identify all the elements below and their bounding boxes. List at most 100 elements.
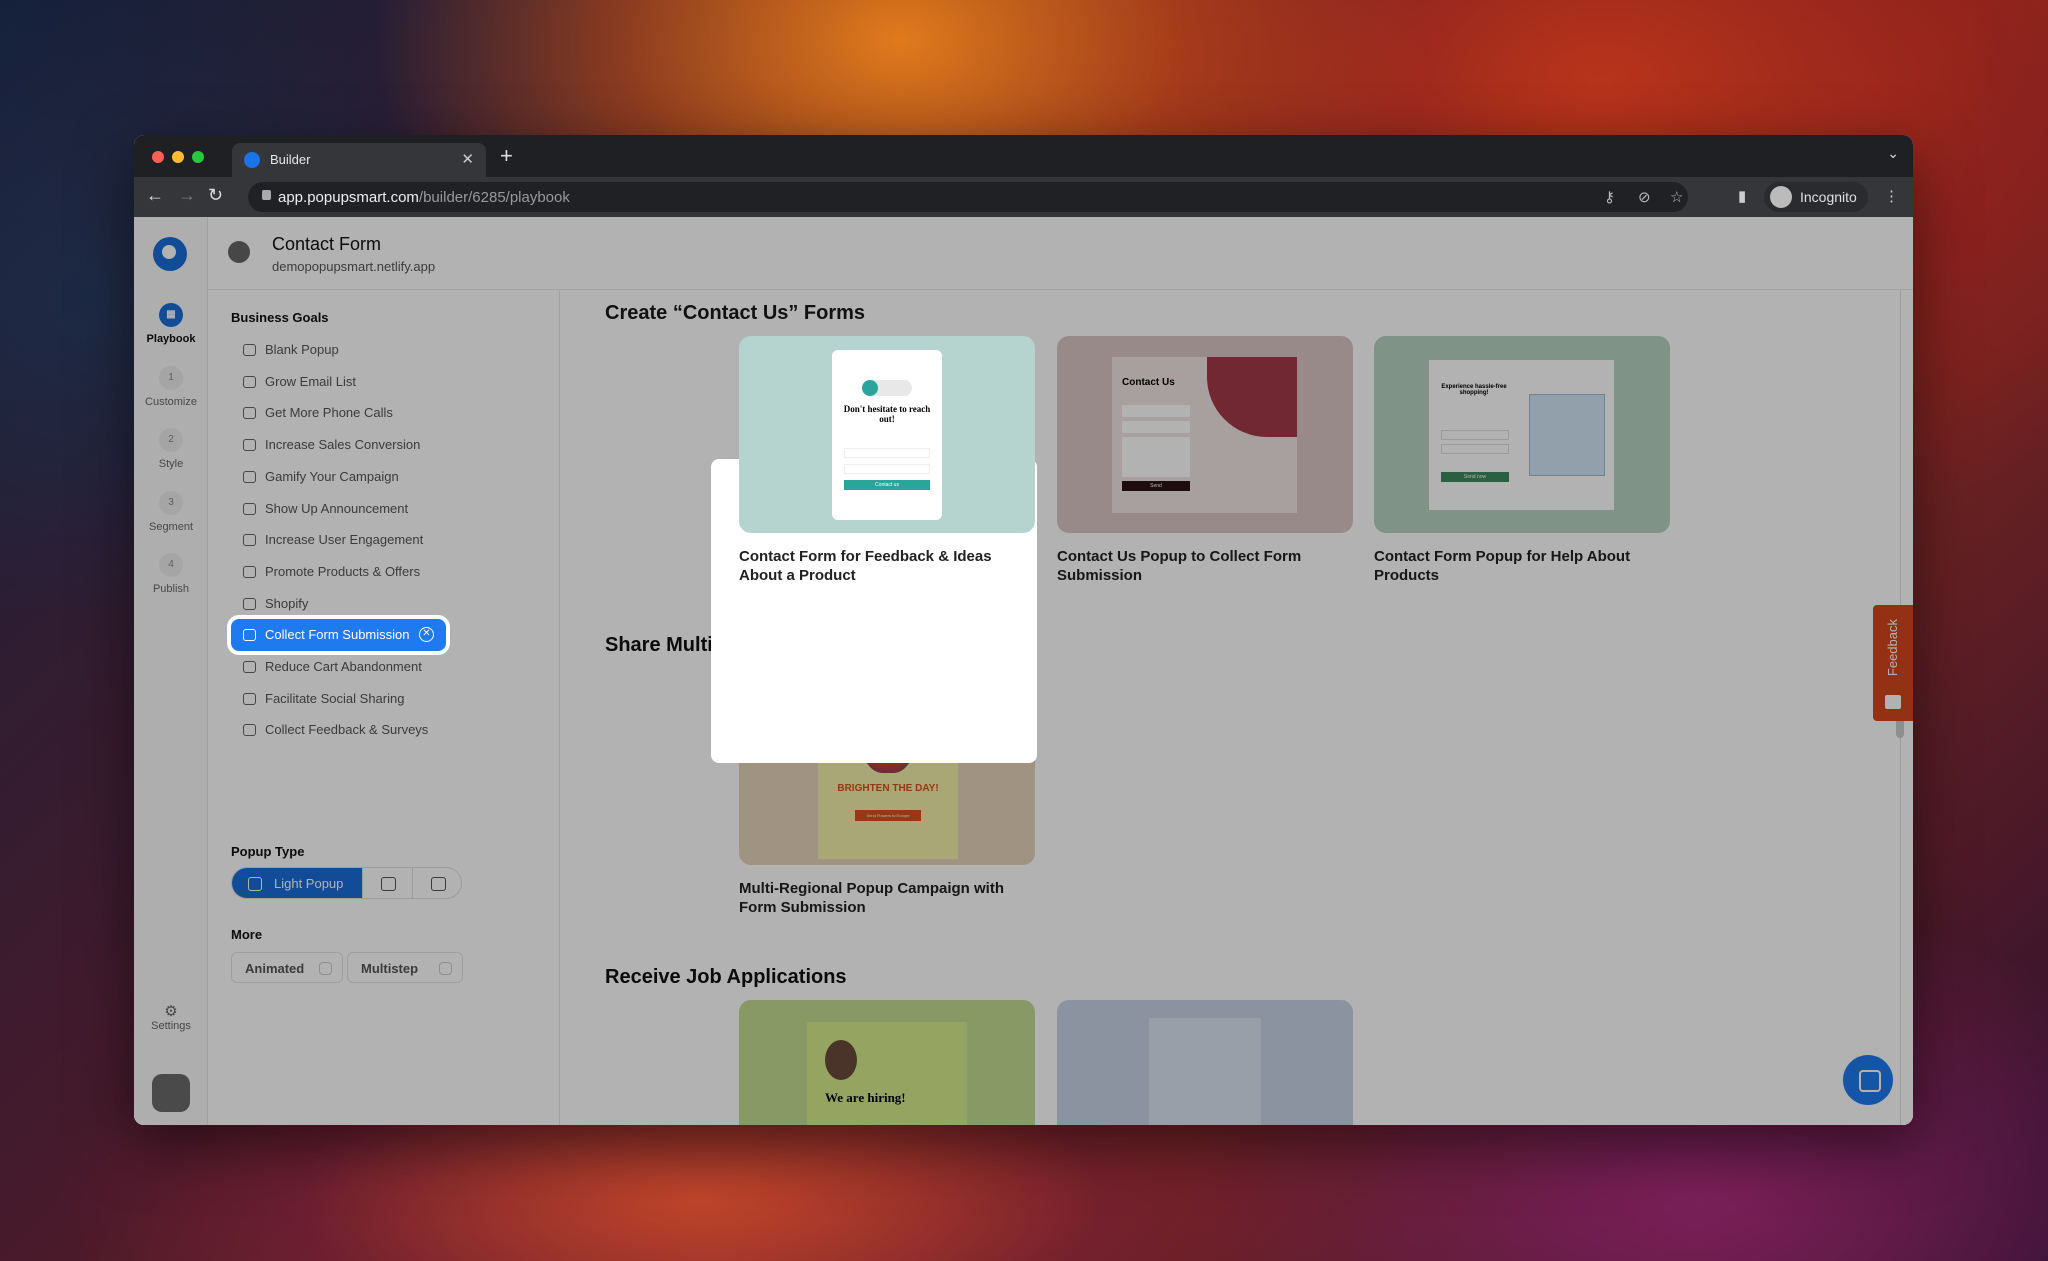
step-label: Playbook [146,333,196,345]
sidebar-item-label: Gamify Your Campaign [265,468,399,484]
template-card[interactable] [1057,1000,1353,1125]
settings-button[interactable]: ⚙ Settings [134,1002,208,1032]
sidebar-item-show-up-announcement[interactable]: Show Up Announcement [231,493,446,525]
settings-label: Settings [151,1020,191,1032]
heart-icon [243,692,256,705]
sidebar-item-get-more-phone-calls[interactable]: Get More Phone Calls [231,397,446,429]
preview-heading: Experience hassle-free shopping! [1441,384,1507,396]
lock-icon [262,190,271,200]
minimize-window-button[interactable] [172,151,184,163]
step-label: Style [158,458,184,470]
eye-off-icon[interactable]: ⊘ [1638,188,1651,206]
close-window-button[interactable] [152,151,164,163]
clear-filter-icon[interactable]: ✕ [419,627,434,643]
step-segment[interactable]: 3 Segment [134,491,208,533]
side-panel-icon[interactable]: ▮ [1738,187,1746,205]
step-style[interactable]: 2 Style [134,428,208,470]
template-preview: Experience hassle-free shopping! Send no… [1374,336,1670,533]
back-button[interactable]: ← [146,185,164,206]
feedback-icon [243,724,256,737]
new-tab-button[interactable]: + [500,143,513,169]
popupsmart-logo[interactable] [153,237,187,271]
address-bar[interactable]: app.popupsmart.com/builder/6285/playbook… [248,182,1688,212]
close-tab-icon[interactable]: ✕ [461,150,474,168]
sidebar-item-label: Shopify [265,595,309,611]
forward-button[interactable]: → [178,185,196,206]
bell-icon [243,502,256,515]
sidebar-item-gamify-your-campaign[interactable]: Gamify Your Campaign [231,461,446,493]
maximize-window-button[interactable] [192,151,204,163]
step-label: Customize [145,396,197,408]
popupsmart-favicon-icon [244,152,260,168]
step-label: Segment [148,521,194,533]
user-megaphone-icon [243,565,256,578]
blank-popup-icon [243,344,256,356]
chat-launcher-button[interactable] [1843,1055,1893,1105]
browser-toolbar: ← → ↻ app.popupsmart.com/builder/6285/pl… [134,177,1913,217]
sidebar-item-label: Facilitate Social Sharing [265,690,405,706]
headphones-icon [243,407,256,420]
sidebar-item-increase-sales-conversion[interactable]: Increase Sales Conversion [231,429,446,461]
tab-search-chevron-icon[interactable]: ⌄ [1887,145,1899,162]
section-title: Receive Job Applications [605,966,847,988]
sidebar-item-label: Increase User Engagement [265,532,424,548]
sidebar-item-label: Grow Email List [265,373,357,389]
sidebar-item-label: Collect Form Submission [265,627,410,643]
sidebar-item-shopify[interactable]: Shopify [231,588,446,620]
sidebar-item-blank-popup[interactable]: Blank Popup [231,334,446,366]
template-card[interactable]: Contact Us Send Contact Us Popup to Coll… [1057,336,1353,585]
reload-button[interactable]: ↻ [208,185,223,206]
briefcase-icon[interactable] [152,1074,190,1112]
template-preview [1057,1000,1353,1125]
animated-label: Animated [245,961,305,976]
chart-icon [243,439,256,452]
sidebar-item-label: Promote Products & Offers [265,563,421,579]
checkbox-box[interactable] [319,962,332,975]
template-card[interactable]: We are hiring! [739,1000,1035,1125]
template-title: Contact Us Popup to Collect Form Submiss… [1057,548,1302,584]
animated-checkbox[interactable]: Animated [231,952,343,983]
template-card[interactable]: Experience hassle-free shopping! Send no… [1374,336,1670,585]
light-popup-option[interactable]: Light Popup [232,868,362,898]
sidebar-item-reduce-cart-abandonment[interactable]: Reduce Cart Abandonment [231,651,446,683]
business-goals-heading: Business Goals [231,310,329,325]
tab-bar: Builder ✕ + ⌄ [134,135,1913,177]
browser-tab[interactable]: Builder ✕ [232,143,486,177]
menu-kebab-icon[interactable]: ⋮ [1884,187,1899,205]
sidebar-item-collect-feedback-surveys[interactable]: Collect Feedback & Surveys [231,714,446,746]
steps-rail: ▦ Playbook 1 Customize 2 Style 3 Segment 4 Pu… [134,217,208,1125]
key-icon[interactable]: ⚷ [1604,188,1615,206]
incognito-icon [1770,186,1792,208]
incognito-profile[interactable]: Incognito [1764,182,1868,212]
fullscreen-popup-option[interactable] [362,868,412,898]
sidebar-item-promote-products-offers[interactable]: Promote Products & Offers [231,556,446,588]
envelope-icon [243,375,256,388]
step-label: Publish [152,583,190,595]
sidebar-item-label: Blank Popup [265,342,339,357]
globe-icon [228,241,250,263]
page-header: Contact Form demopopupsmart.netlify.app [208,217,1913,290]
more-heading: More [231,927,263,942]
sidebar-item-facilitate-social-sharing[interactable]: Facilitate Social Sharing [231,683,446,715]
sidebar-item-increase-user-engagement[interactable]: Increase User Engagement [231,524,446,556]
step-customize[interactable]: 1 Customize [134,366,208,408]
preview-button: Send now [1441,472,1509,482]
feedback-tab[interactable]: Feedback [1873,605,1913,721]
url-host: app.popupsmart.com [278,189,419,206]
website-domain: demopopupsmart.netlify.app [272,259,436,274]
tab-title: Builder [270,152,311,167]
template-title: Multi-Regional Popup Campaign with Form … [739,880,1004,916]
sidebar-item-grow-email-list[interactable]: Grow Email List [231,366,446,398]
multistep-checkbox[interactable]: Multistep [347,952,463,983]
light-popup-label: Light Popup [274,876,344,891]
step-playbook[interactable]: ▦ Playbook [134,303,208,345]
sidebar-item-label: Reduce Cart Abandonment [265,659,422,674]
template-title: Contact Form for Feedback & Ideas About … [739,548,992,584]
sidebar-item-collect-form-submission[interactable]: Collect Form Submission ✕ [231,619,446,652]
checkbox-box[interactable] [439,962,452,975]
popup-type-selector: Light Popup [231,867,462,899]
step-publish[interactable]: 4 Publish [134,553,208,595]
bar-popup-option[interactable] [412,868,461,898]
template-card[interactable]: Don't hesitate to reach out! Contact us … [739,336,1035,585]
star-icon[interactable]: ☆ [1670,188,1683,206]
